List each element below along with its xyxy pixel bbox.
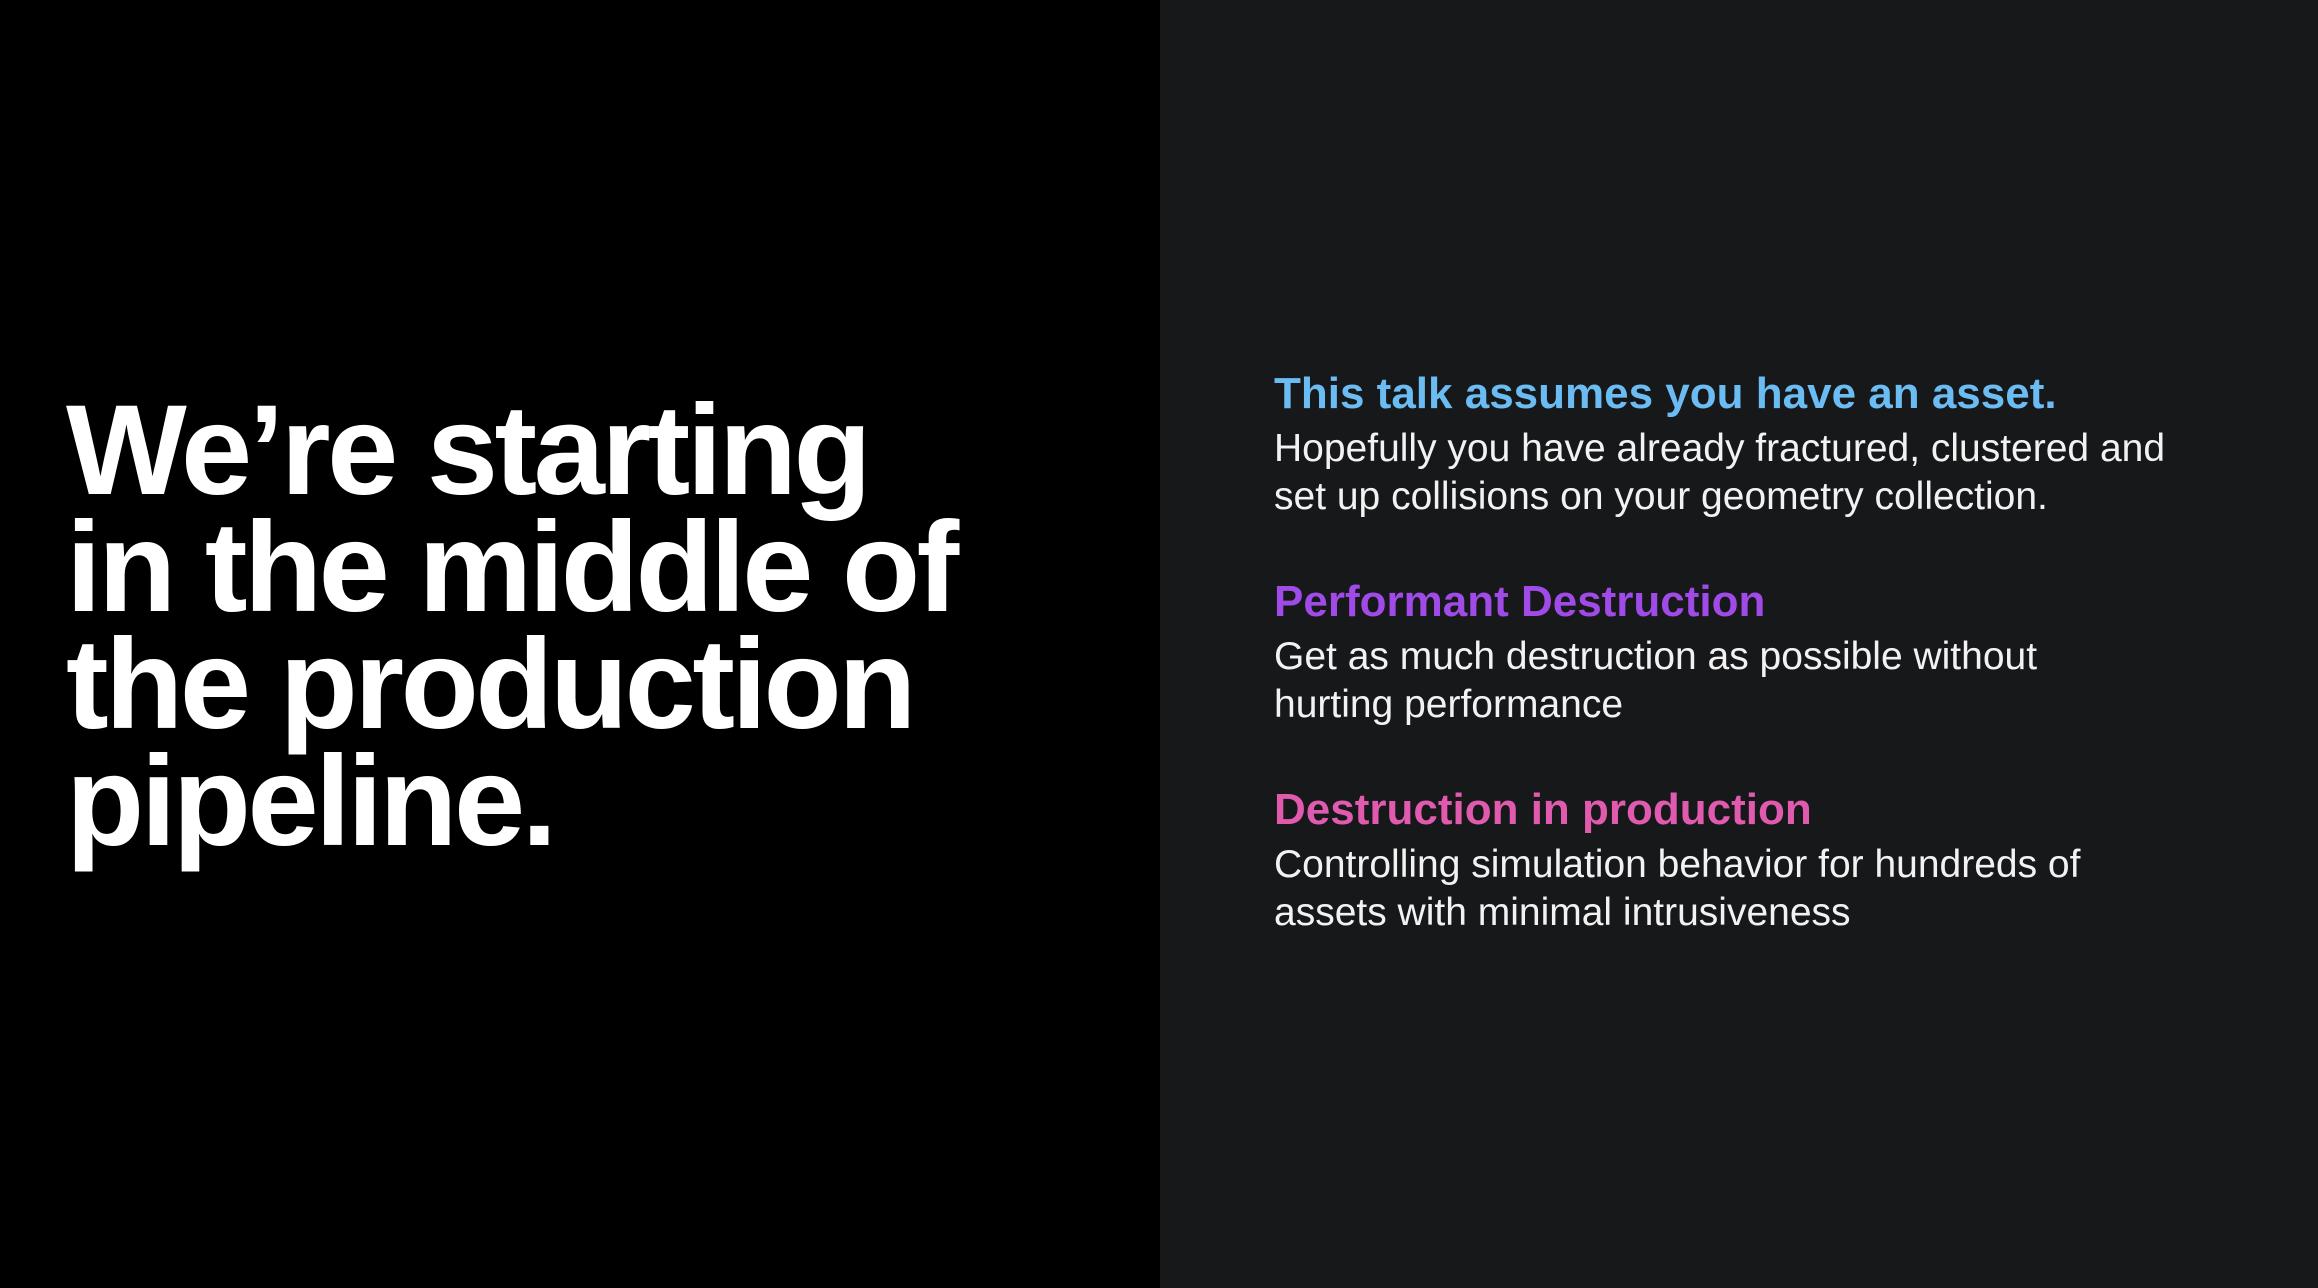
point-description-line: hurting performance <box>1274 683 1624 726</box>
left-panel: We’re starting in the middle of the prod… <box>0 0 1160 1288</box>
point-title: Destruction in production <box>1274 785 1812 834</box>
point-title: This talk assumes you have an asset. <box>1274 369 2057 418</box>
point-description-line: set up collisions on your geometry colle… <box>1274 475 2048 518</box>
point-asset-assumption: This talk assumes you have an asset. Hop… <box>1274 363 2284 521</box>
headline: We’re starting in the middle of the prod… <box>66 379 1126 873</box>
headline-line: in the middle of <box>66 496 959 639</box>
point-description: Hopefully you have already fractured, cl… <box>1274 425 2284 521</box>
headline-line: We’re starting <box>66 379 872 522</box>
headline-line: the production <box>66 613 916 756</box>
slide: We’re starting in the middle of the prod… <box>0 0 2318 1288</box>
point-title: Performant Destruction <box>1274 577 1766 626</box>
point-description-line: assets with minimal intrusiveness <box>1274 891 1851 934</box>
point-destruction-in-production: Destruction in production Controlling si… <box>1274 779 2284 937</box>
point-description-line: Hopefully you have already fractured, cl… <box>1274 427 2166 470</box>
point-description-line: Controlling simulation behavior for hund… <box>1274 843 2081 886</box>
point-description-line: Get as much destruction as possible with… <box>1274 635 2038 678</box>
key-points: This talk assumes you have an asset. Hop… <box>1274 363 2284 987</box>
point-performant-destruction: Performant Destruction Get as much destr… <box>1274 571 2284 729</box>
headline-line: pipeline. <box>66 730 557 873</box>
point-description: Get as much destruction as possible with… <box>1274 633 2284 729</box>
point-description: Controlling simulation behavior for hund… <box>1274 841 2284 937</box>
